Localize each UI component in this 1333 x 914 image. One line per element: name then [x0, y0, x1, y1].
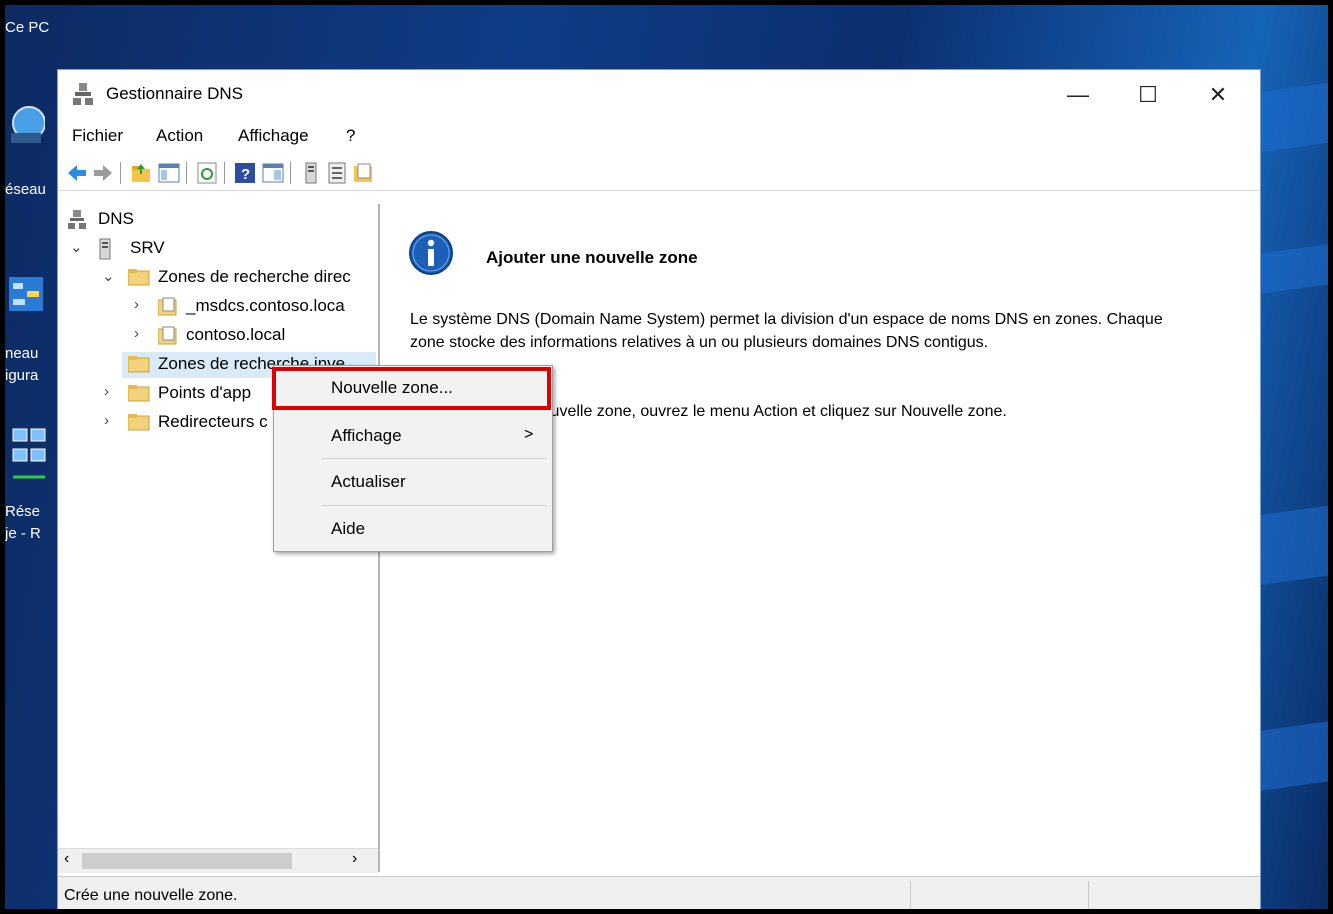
chevron-down-icon[interactable]: ⌄	[102, 267, 115, 285]
submenu-arrow-icon: >	[524, 426, 534, 443]
scroll-left-icon[interactable]: ‹	[64, 850, 69, 868]
info-paragraph-1: Le système DNS (Domain Name System) perm…	[410, 311, 1163, 351]
desktop-label-network-center-2[interactable]: je - R	[5, 525, 41, 542]
tree-label-msdcs: _msdcs.contoso.loca	[186, 296, 345, 315]
tree-label-forwarders: Redirecteurs c	[158, 412, 268, 431]
desktop-label-panel-2[interactable]: igura	[5, 367, 38, 384]
show-hide-tree-icon[interactable]	[158, 162, 180, 184]
server-icon[interactable]	[300, 162, 322, 184]
folder-icon	[127, 355, 150, 378]
status-text: Crée une nouvelle zone.	[64, 887, 238, 904]
info-icon	[408, 230, 454, 281]
desktop-label-network[interactable]: éseau	[5, 181, 46, 198]
folder-icon	[127, 413, 150, 436]
desktop: Ce PC éseau neau igura Rése je - R Gesti…	[5, 5, 1328, 909]
back-arrow-icon[interactable]	[66, 162, 88, 184]
minimize-button[interactable]: —	[1058, 78, 1098, 112]
context-separator	[322, 458, 547, 459]
context-item-help[interactable]: Aide	[331, 519, 365, 539]
menu-view[interactable]: Affichage	[238, 126, 309, 146]
status-bar: Crée une nouvelle zone.	[58, 876, 1260, 909]
toolbar-separator	[120, 162, 121, 184]
server-icon	[98, 238, 112, 265]
menu-bar: Fichier Action Affichage ?	[58, 122, 1260, 152]
close-button[interactable]: ✕	[1198, 78, 1238, 112]
folder-icon	[127, 268, 150, 291]
toolbar-separator	[186, 162, 187, 184]
tree-label-contoso: contoso.local	[186, 325, 286, 344]
network-icon[interactable]	[9, 103, 46, 147]
zone-icon	[157, 325, 178, 350]
toolbar-separator	[290, 162, 291, 184]
chevron-right-icon[interactable]: ›	[134, 325, 139, 342]
menu-action[interactable]: Action	[156, 126, 203, 146]
tree-label-srv: SRV	[130, 238, 165, 257]
context-separator	[322, 505, 547, 506]
network-center-icon[interactable]	[9, 425, 49, 495]
toolbar-separator	[224, 162, 225, 184]
tree-item-forward-zones[interactable]: ⌄ Zones de recherche direc	[100, 265, 376, 291]
title-bar[interactable]: Gestionnaire DNS — ☐ ✕	[58, 70, 1260, 118]
scroll-thumb[interactable]	[82, 853, 292, 869]
toolbar: ?	[58, 156, 1260, 191]
svg-text:?: ?	[241, 166, 250, 183]
tree-label-forward-zones: Zones de recherche direc	[158, 267, 351, 286]
tree-label-trust-points: Points d'app	[158, 383, 252, 402]
horizontal-scrollbar[interactable]: ‹ ›	[58, 848, 378, 873]
highlight-box	[272, 367, 551, 410]
tree-label-dns: DNS	[98, 209, 134, 228]
desktop-label-this-pc[interactable]: Ce PC	[5, 19, 49, 36]
folder-icon	[127, 384, 150, 407]
desktop-label-panel-1[interactable]: neau	[5, 345, 38, 362]
list-icon[interactable]	[326, 162, 348, 184]
context-item-view[interactable]: Affichage	[331, 426, 402, 446]
forward-arrow-icon[interactable]	[92, 162, 114, 184]
chevron-right-icon[interactable]: ›	[134, 296, 139, 313]
zone-icon	[157, 296, 178, 321]
menu-help[interactable]: ?	[346, 126, 355, 146]
chevron-right-icon[interactable]: ›	[104, 412, 109, 429]
chevron-down-icon[interactable]: ⌄	[70, 238, 83, 256]
maximize-button[interactable]: ☐	[1128, 78, 1168, 112]
dns-icon	[68, 209, 86, 234]
tree-item-msdcs[interactable]: › _msdcs.contoso.loca	[130, 294, 376, 320]
status-divider	[1088, 881, 1089, 909]
refresh-icon[interactable]	[196, 162, 218, 184]
help-icon[interactable]: ?	[234, 162, 256, 184]
control-panel-icon[interactable]	[9, 275, 45, 315]
zone-file-icon[interactable]	[352, 162, 374, 184]
dns-manager-window: Gestionnaire DNS — ☐ ✕ Fichier Action Af…	[57, 69, 1261, 909]
dns-app-icon	[72, 82, 94, 111]
menu-file[interactable]: Fichier	[72, 126, 123, 146]
status-divider	[910, 881, 911, 909]
chevron-right-icon[interactable]: ›	[104, 383, 109, 400]
context-item-refresh[interactable]: Actualiser	[331, 472, 406, 492]
info-heading: Ajouter une nouvelle zone	[486, 248, 698, 267]
desktop-label-network-center-1[interactable]: Rése	[5, 503, 40, 520]
scroll-right-icon[interactable]: ›	[352, 850, 357, 868]
window-title: Gestionnaire DNS	[106, 84, 244, 103]
properties-pane-icon[interactable]	[262, 162, 284, 184]
up-folder-icon[interactable]	[130, 162, 152, 184]
